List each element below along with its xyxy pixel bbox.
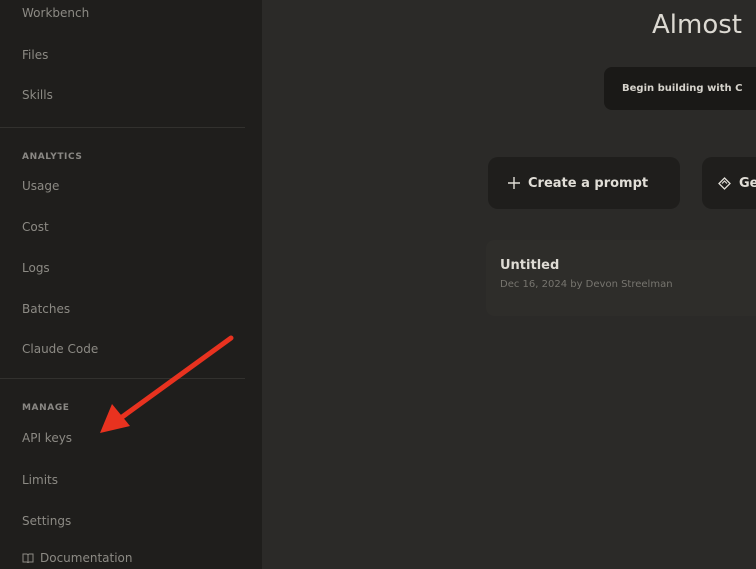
analytics-heading: ANALYTICS [22,152,83,162]
main-content: Almost Begin building with C Create a pr… [262,0,756,569]
sidebar-item-skills[interactable]: Skills [22,88,53,102]
sidebar-item-batches[interactable]: Batches [22,302,70,316]
sidebar: Workbench Files Skills ANALYTICS Usage C… [0,0,262,569]
plus-icon [508,177,520,189]
prompt-card[interactable]: Untitled Dec 16, 2024 by Devon Streelman [486,240,756,316]
documentation-label: Documentation [40,551,133,565]
sidebar-item-settings[interactable]: Settings [22,514,71,528]
sidebar-item-claude-code[interactable]: Claude Code [22,342,98,356]
sidebar-item-files[interactable]: Files [22,48,48,62]
diamond-icon [718,176,731,190]
sidebar-item-limits[interactable]: Limits [22,473,58,487]
prompt-meta: Dec 16, 2024 by Devon Streelman [500,279,673,290]
page-title: Almost [652,10,742,40]
get-label: Ge [739,175,756,191]
sidebar-item-workbench[interactable]: Workbench [22,6,89,20]
sidebar-item-cost[interactable]: Cost [22,220,49,234]
prompt-title: Untitled [500,258,560,273]
sidebar-divider [0,127,245,128]
sidebar-divider [0,378,245,379]
sidebar-item-documentation[interactable]: Documentation [22,551,133,566]
create-prompt-label: Create a prompt [528,175,649,191]
begin-building-button[interactable]: Begin building with C [604,67,756,110]
manage-heading: MANAGE [22,403,70,413]
get-button[interactable]: Ge [702,157,756,209]
book-icon [22,552,34,566]
sidebar-item-api-keys[interactable]: API keys [22,431,72,445]
sidebar-item-usage[interactable]: Usage [22,179,59,193]
sidebar-item-logs[interactable]: Logs [22,261,50,275]
create-prompt-button[interactable]: Create a prompt [488,157,680,209]
